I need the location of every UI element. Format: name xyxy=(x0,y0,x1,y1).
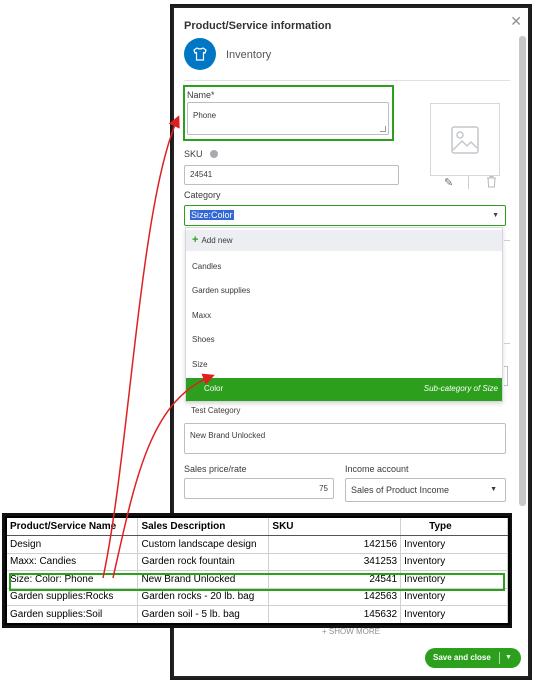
income-account-select[interactable]: Sales of Product Income ▼ xyxy=(345,478,506,502)
shirt-icon xyxy=(193,47,207,61)
caret-down-icon[interactable]: ▼ xyxy=(505,648,512,668)
icon-separator xyxy=(468,176,469,189)
sales-description-field[interactable]: New Brand Unlocked xyxy=(184,423,506,454)
table-cell: Garden soil - 5 lb. bag xyxy=(137,605,270,623)
name-field[interactable]: Phone xyxy=(187,102,389,135)
table-cell: Custom landscape design xyxy=(137,535,270,554)
hidden-field-edge xyxy=(504,366,508,386)
table-row: Garden supplies:Soil Garden soil - 5 lb.… xyxy=(7,605,508,623)
table-cell: Inventory xyxy=(400,588,508,606)
sku-field[interactable]: 24541 xyxy=(184,165,399,185)
button-divider xyxy=(499,652,500,664)
sku-label: SKU xyxy=(184,149,203,159)
category-label: Category xyxy=(184,190,221,200)
dropdown-item-color[interactable]: Color Sub-category of Size xyxy=(186,378,502,401)
category-value: Size:Color xyxy=(190,210,234,220)
plus-icon: + xyxy=(192,234,199,246)
arrow-name-to-row xyxy=(102,115,180,579)
table-row: Garden supplies:Rocks Garden rocks - 20 … xyxy=(7,588,508,606)
income-account-label: Income account xyxy=(345,464,409,474)
table-cell: Maxx: Candies xyxy=(7,553,139,571)
income-account-value: Sales of Product Income xyxy=(351,485,450,495)
show-more-link[interactable]: + SHOW MORE xyxy=(322,627,380,636)
dropdown-item-candles[interactable]: Candles xyxy=(186,256,502,278)
table-cell: Inventory xyxy=(400,570,508,589)
name-value: Phone xyxy=(193,111,217,120)
active-item-label: Color xyxy=(204,384,224,393)
table-cell: 24541 xyxy=(268,570,402,589)
dropdown-item-size[interactable]: Size xyxy=(186,354,502,376)
image-upload-area[interactable] xyxy=(430,103,500,176)
close-icon[interactable]: ✕ xyxy=(510,14,522,28)
sales-description-value: New Brand Unlocked xyxy=(190,431,266,440)
caret-down-icon[interactable]: ▼ xyxy=(490,479,497,501)
add-new-option[interactable]: + Add new xyxy=(186,230,502,251)
sales-price-value: 75 xyxy=(319,484,328,493)
sales-price-field[interactable]: 75 xyxy=(184,478,334,499)
spreadsheet-table: Product/Service Name Sales Description S… xyxy=(7,518,508,623)
panel-scrollbar[interactable] xyxy=(519,36,526,506)
subcategory-hint: Sub-category of Size xyxy=(423,384,498,393)
column-header: Sales Description xyxy=(137,518,270,536)
info-icon[interactable] xyxy=(210,150,218,158)
divider xyxy=(184,80,510,81)
panel-title: Product/Service information xyxy=(184,20,332,32)
trash-icon[interactable] xyxy=(486,175,497,188)
dropdown-item-garden-supplies[interactable]: Garden supplies xyxy=(186,280,502,302)
table-row-highlighted: Size: Color: Phone New Brand Unlocked 24… xyxy=(7,570,508,589)
resize-grip-icon[interactable] xyxy=(380,126,386,132)
table-cell: New Brand Unlocked xyxy=(137,570,270,589)
table-cell: 341253 xyxy=(268,553,402,571)
column-header: Product/Service Name xyxy=(7,518,139,536)
category-dropdown: + Add new Candles Garden supplies Maxx Sh… xyxy=(185,227,503,402)
table-cell: 145632 xyxy=(268,605,402,623)
table-cell: 142156 xyxy=(268,535,402,554)
table-cell: Garden supplies:Rocks xyxy=(7,588,139,606)
sales-price-label: Sales price/rate xyxy=(184,464,247,474)
dropdown-item-shoes[interactable]: Shoes xyxy=(186,329,502,351)
table-cell: Size: Color: Phone xyxy=(7,570,139,589)
caret-down-icon[interactable]: ▼ xyxy=(492,206,499,225)
pencil-icon[interactable]: ✎ xyxy=(444,176,453,189)
column-header: SKU xyxy=(268,518,402,536)
dropdown-item-test-category[interactable]: Test Category xyxy=(185,400,503,422)
name-label: Name* xyxy=(187,90,215,100)
image-placeholder-icon xyxy=(451,126,479,154)
hidden-field-edge xyxy=(504,240,510,241)
table-cell: 142563 xyxy=(268,588,402,606)
table-header-row: Product/Service Name Sales Description S… xyxy=(7,518,508,536)
table-cell: Design xyxy=(7,535,139,554)
dropdown-item-maxx[interactable]: Maxx xyxy=(186,305,502,327)
table-cell: Garden rock fountain xyxy=(137,553,270,571)
table-row: Maxx: Candies Garden rock fountain 34125… xyxy=(7,553,508,571)
table-cell: Inventory xyxy=(400,553,508,571)
category-select[interactable]: Size:Color ▼ xyxy=(184,205,506,226)
sku-value: 24541 xyxy=(190,170,213,179)
item-type-button[interactable] xyxy=(184,38,216,70)
spreadsheet-overlay: Product/Service Name Sales Description S… xyxy=(5,516,510,625)
save-button-label: Save and close xyxy=(433,653,491,662)
table-cell: Garden supplies:Soil xyxy=(7,605,139,623)
table-row: Design Custom landscape design 142156 In… xyxy=(7,535,508,554)
column-header: Type xyxy=(400,518,508,536)
table-cell: Inventory xyxy=(400,535,508,554)
hidden-field-edge xyxy=(504,343,510,344)
save-and-close-button[interactable]: Save and close ▼ xyxy=(425,648,521,668)
item-type-label: Inventory xyxy=(226,49,272,61)
table-cell: Garden rocks - 20 lb. bag xyxy=(137,588,270,606)
table-cell: Inventory xyxy=(400,605,508,623)
